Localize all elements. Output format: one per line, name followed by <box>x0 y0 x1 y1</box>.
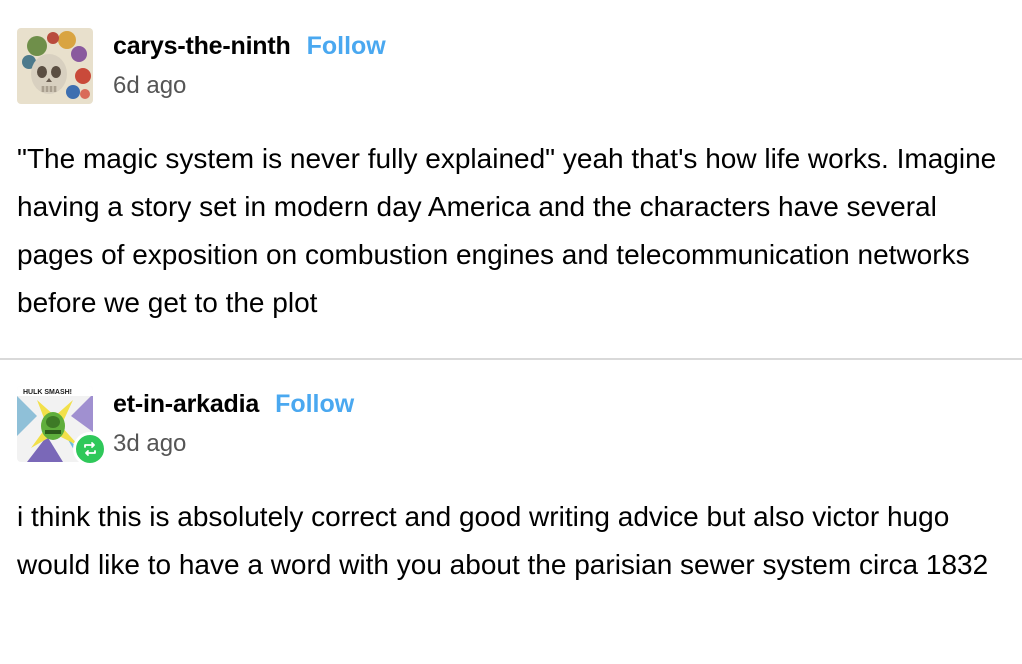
post-carys: carys-the-ninth Follow 6d ago "The magic… <box>0 0 1022 360</box>
follow-button[interactable]: Follow <box>275 390 354 419</box>
username-link[interactable]: et-in-arkadia <box>113 390 259 419</box>
post-timestamp[interactable]: 3d ago <box>113 430 186 458</box>
post-body-text: i think this is absolutely correct and g… <box>17 501 989 580</box>
username-link[interactable]: carys-the-ninth <box>113 32 291 61</box>
author-line: carys-the-ninth Follow <box>113 32 386 61</box>
post-timestamp[interactable]: 6d ago <box>113 72 186 100</box>
post-body-text: "The magic system is never fully explain… <box>17 143 997 318</box>
author-line: et-in-arkadia Follow <box>113 390 354 419</box>
hulk-comic-avatar-icon[interactable]: HULK SMASH! <box>17 386 107 466</box>
avatar-caption: HULK SMASH! <box>23 389 72 396</box>
skull-floral-avatar-icon[interactable] <box>17 28 93 104</box>
follow-button[interactable]: Follow <box>307 32 386 61</box>
post-et-in-arkadia: HULK SMASH! et-in-arkadia Follow 3d ago … <box>0 358 1022 664</box>
reblog-icon <box>84 442 96 456</box>
reblog-badge <box>73 432 107 466</box>
